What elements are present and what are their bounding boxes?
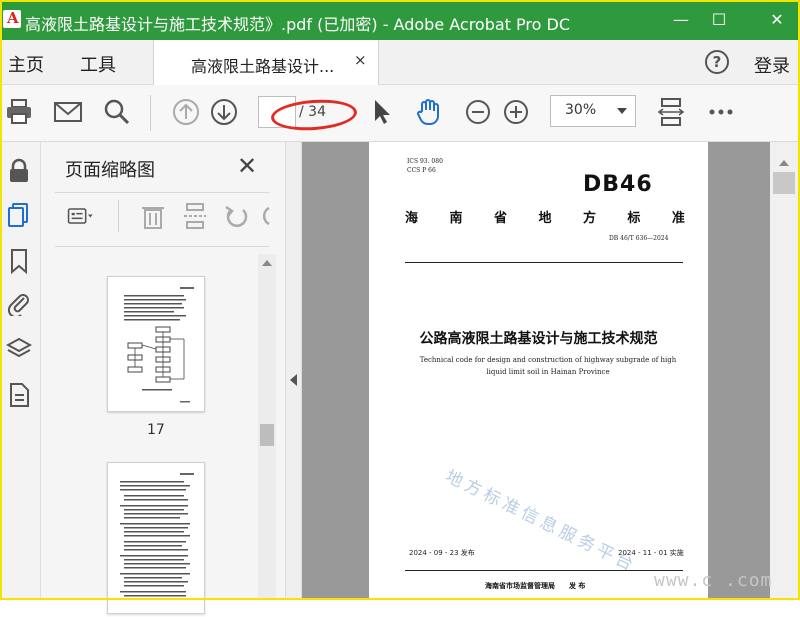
standard-char: 省 [493, 211, 507, 226]
lock-icon[interactable] [6, 158, 32, 184]
print-icon[interactable] [4, 97, 34, 127]
toolbar-separator [150, 95, 151, 131]
pages-icon[interactable] [6, 202, 32, 228]
zoom-value: 30% [565, 102, 597, 118]
next-page-icon[interactable] [209, 97, 239, 127]
page-ics-code: ICS 93. 080 [407, 158, 443, 165]
page-standard-number: DB 46/T 636—2024 [609, 235, 669, 242]
zoom-in-icon[interactable] [501, 97, 531, 127]
document-tab[interactable]: 高液限土路基设计... × [153, 40, 379, 85]
standard-char: 地 [538, 211, 552, 226]
fit-width-icon[interactable] [656, 97, 686, 127]
page-implementation-date: 2024 - 11 - 01 实施 [618, 549, 684, 557]
document-tab-label: 高液限土路基设计... [191, 57, 335, 76]
page-title-cn: 公路高液限土路基设计与施工技术规范 [419, 331, 658, 347]
panel-toolbar-separator [118, 200, 119, 232]
rotate-icon[interactable] [223, 202, 251, 230]
login-button[interactable]: 登录 [754, 52, 790, 78]
extract-pages-icon[interactable] [181, 202, 209, 230]
chevron-down-icon [617, 108, 627, 114]
tab-tools[interactable]: 工具 [80, 51, 116, 77]
left-navigation-rail [0, 142, 41, 600]
standard-char: 标 [627, 211, 641, 226]
delete-icon[interactable] [139, 202, 167, 230]
document-view[interactable]: ICS 93. 080 CCS P 66 DB46 海 南 省 地 方 标 准 … [302, 142, 770, 600]
page-rule [405, 570, 683, 571]
page-standard-type: 海 南 省 地 方 标 准 [405, 207, 685, 226]
menu-bar: 主页 工具 [0, 40, 800, 85]
panel-title: 页面缩略图 [65, 160, 155, 181]
acrobat-app-icon [3, 9, 21, 28]
page-thumbnail-17[interactable] [107, 276, 205, 412]
rotate-right-icon[interactable] [259, 202, 271, 230]
thumbnail-page-content [124, 287, 194, 403]
page-thumbnail-18[interactable] [107, 462, 205, 614]
layers-icon[interactable] [6, 336, 32, 362]
panel-divider [55, 192, 269, 193]
page-ccs-code: CCS P 66 [407, 167, 436, 174]
page-thumbnails-panel: 页面缩略图 ✕ 17 [41, 142, 285, 614]
standard-char: 准 [671, 211, 685, 226]
close-panel-button[interactable]: ✕ [237, 152, 257, 180]
page-rule [405, 262, 683, 263]
collapse-panel-icon[interactable] [290, 374, 297, 386]
attachment-icon[interactable] [6, 290, 32, 316]
zoom-out-icon[interactable] [463, 97, 493, 127]
window-title: 高液限土路基设计与施工技术规范》.pdf (已加密) - Adobe Acrob… [25, 15, 571, 34]
document-properties-icon[interactable] [6, 382, 32, 408]
search-icon[interactable] [102, 97, 132, 127]
site-watermark: www.c .com [654, 570, 773, 591]
document-scrollbar[interactable] [770, 142, 798, 600]
standard-char: 方 [582, 211, 596, 226]
pdf-page: ICS 93. 080 CCS P 66 DB46 海 南 省 地 方 标 准 … [369, 142, 708, 600]
thumbnail-scrollbar[interactable] [258, 254, 276, 600]
scroll-up-icon[interactable] [779, 160, 789, 166]
page-title-en: Technical code for design and constructi… [419, 356, 677, 376]
bookmark-icon[interactable] [6, 248, 32, 274]
scrollbar-thumb[interactable] [260, 424, 274, 446]
close-window-button[interactable]: ✕ [752, 0, 800, 40]
panel-splitter[interactable] [285, 142, 302, 600]
page-issue-date: 2024 - 09 - 23 发布 [409, 549, 475, 557]
tab-home[interactable]: 主页 [8, 51, 44, 77]
close-tab-button[interactable]: × [354, 51, 367, 69]
select-cursor-icon[interactable] [366, 97, 396, 127]
email-icon[interactable] [53, 97, 83, 127]
zoom-dropdown[interactable]: 30% [550, 95, 636, 127]
page-issuer: 海南省市场监督管理局 发 布 [485, 582, 586, 590]
panel-divider [55, 246, 269, 247]
thumbnail-page-content [120, 473, 194, 597]
help-icon[interactable]: ? [705, 50, 729, 74]
maximize-button[interactable]: ☐ [694, 0, 744, 40]
standard-char: 海 [405, 211, 419, 226]
scroll-up-icon[interactable] [262, 260, 272, 266]
standard-char: 南 [449, 211, 463, 226]
db46-logo: DB46 [583, 172, 653, 197]
toolbar: / 34 30% [0, 85, 800, 142]
hand-tool-icon[interactable] [414, 97, 444, 127]
thumbnail-options-icon[interactable] [67, 202, 95, 230]
title-bar: 高液限土路基设计与施工技术规范》.pdf (已加密) - Adobe Acrob… [0, 0, 800, 40]
scrollbar-thumb[interactable] [773, 172, 795, 194]
page-watermark: 地方标准信息服务平台 [442, 466, 640, 577]
thumbnail-page-number: 17 [147, 422, 165, 438]
previous-page-icon[interactable] [171, 97, 201, 127]
more-options-icon[interactable] [706, 97, 736, 127]
